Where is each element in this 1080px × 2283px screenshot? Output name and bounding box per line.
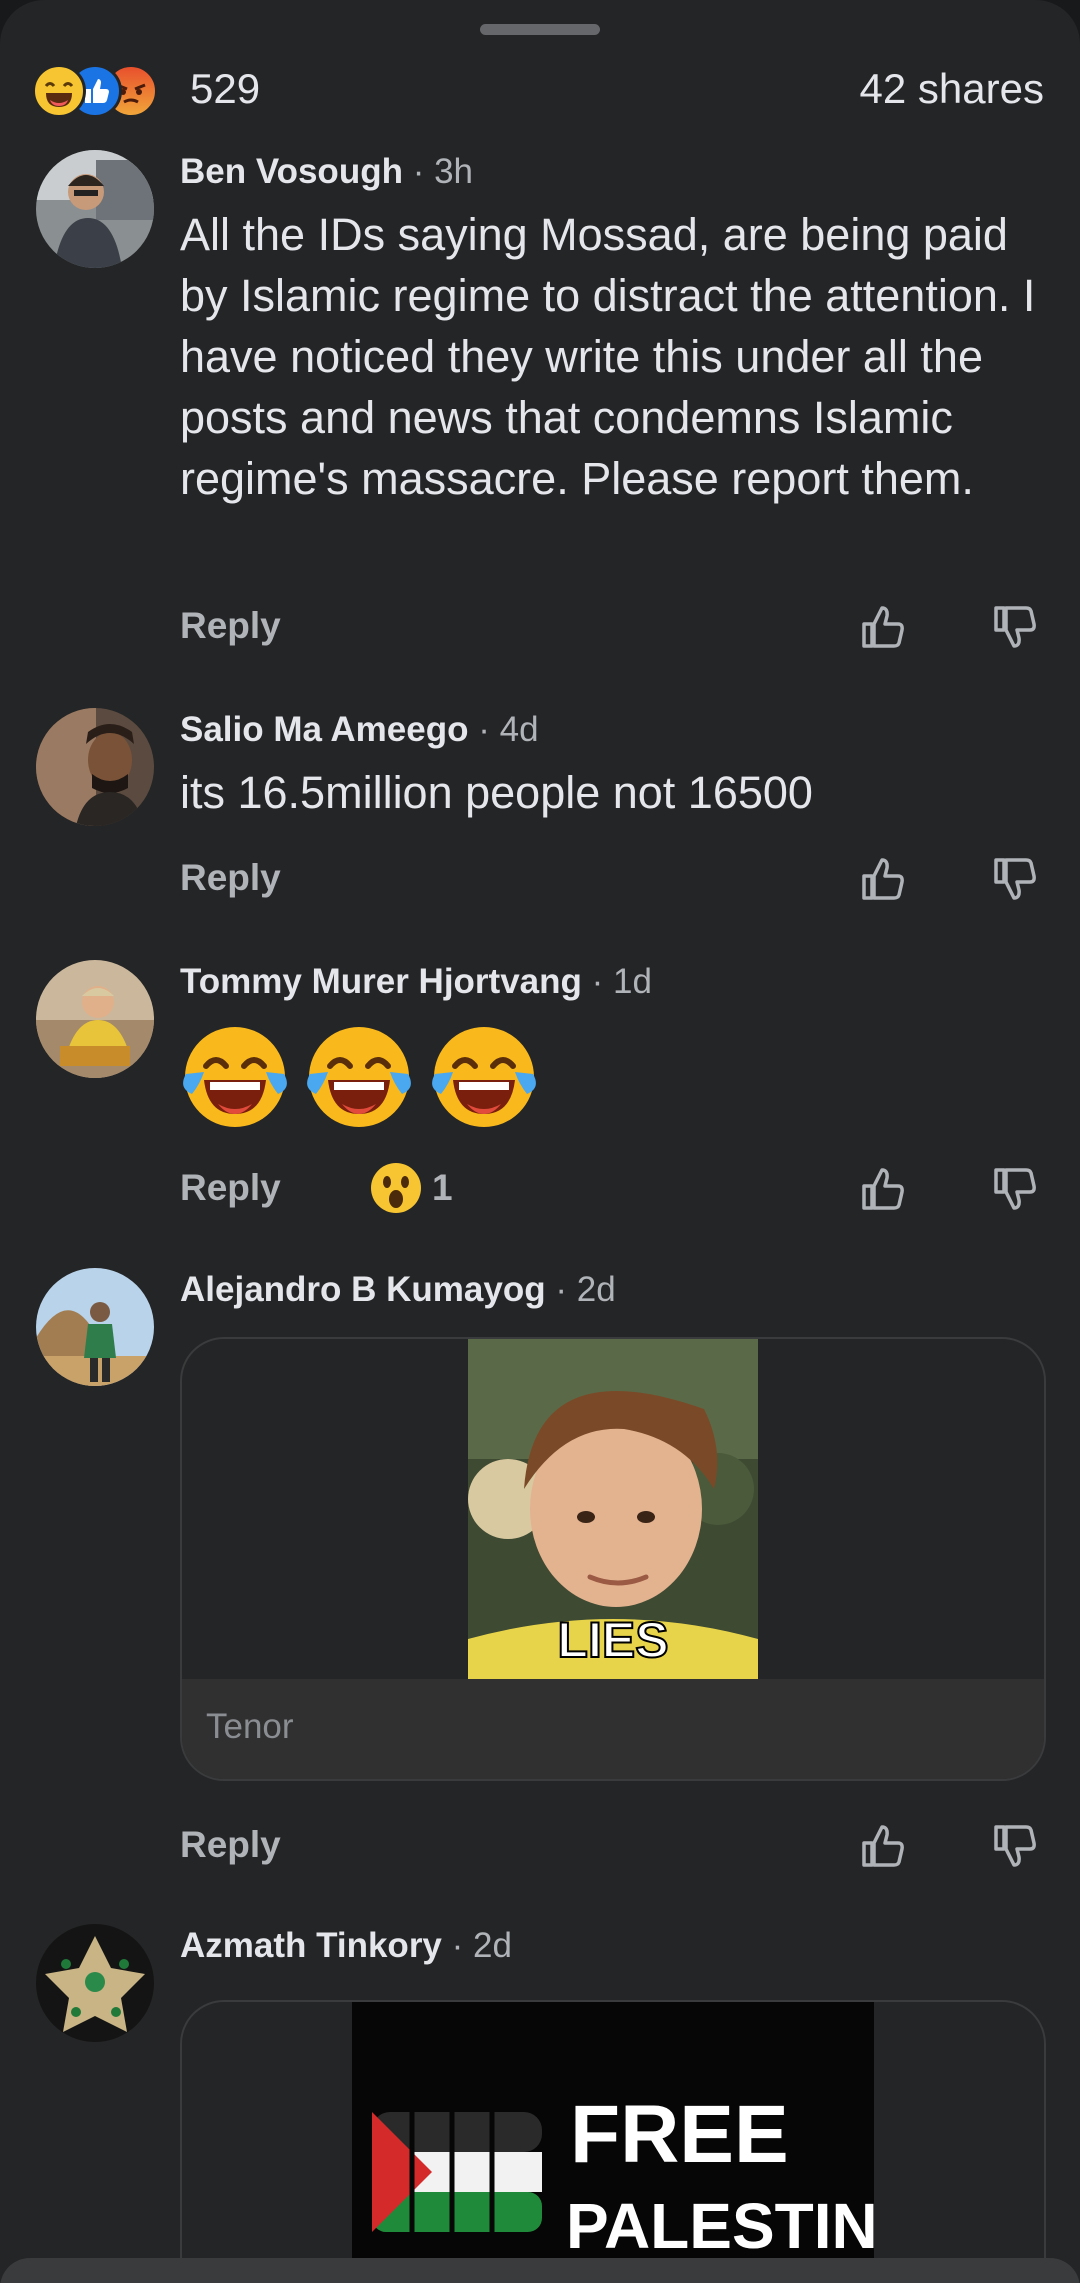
- avatar[interactable]: [36, 1924, 154, 2042]
- comment-time[interactable]: 2d: [577, 1270, 616, 1309]
- reply-button[interactable]: Reply: [180, 848, 281, 908]
- gif-provider-bar: Tenor: [182, 1679, 1044, 1779]
- thumbs-up-icon[interactable]: [858, 1164, 908, 1214]
- thumbs-down-icon[interactable]: [990, 1164, 1040, 1214]
- meta-separator: ·: [412, 152, 425, 191]
- reply-button[interactable]: Reply: [180, 1158, 281, 1218]
- avatar[interactable]: [36, 960, 154, 1078]
- comment-actions: Reply: [180, 596, 1044, 656]
- tears-of-joy-emoji-icon: [431, 1027, 536, 1127]
- meta-separator: ·: [591, 962, 604, 1001]
- avatar[interactable]: [36, 150, 154, 268]
- avatar[interactable]: [36, 708, 154, 826]
- gif-caption: LIES: [557, 1612, 668, 1668]
- meta-separator: ·: [478, 710, 490, 749]
- comment-author[interactable]: Salio Ma Ameego: [180, 710, 469, 749]
- reply-button[interactable]: Reply: [180, 1815, 281, 1875]
- thumbs-up-icon[interactable]: [858, 1821, 908, 1871]
- comment-time[interactable]: 3h: [434, 152, 473, 191]
- comment-time[interactable]: 4d: [500, 710, 539, 749]
- tears-of-joy-emoji-icon: [183, 1027, 287, 1127]
- thumbs-down-icon[interactable]: [990, 854, 1040, 904]
- comment-text: All the IDs saying Mossad, are being pai…: [180, 209, 1036, 504]
- comment-composer-edge[interactable]: [0, 2258, 1080, 2283]
- free-palestine-image[interactable]: FREE PALESTINE: [352, 2002, 874, 2283]
- wow-reaction-icon: [371, 1163, 421, 1213]
- comment-time[interactable]: 1d: [613, 962, 652, 1001]
- meta-separator: ·: [555, 1270, 567, 1309]
- comment-text: its 16.5million people not 16500: [180, 767, 813, 818]
- comment-author[interactable]: Azmath Tinkory: [180, 1926, 442, 1965]
- image-text-line2: PALESTINE: [566, 2190, 874, 2262]
- gif-provider: Tenor: [206, 1707, 294, 1746]
- gif-image[interactable]: LIES: [468, 1339, 758, 1679]
- reaction-count: 529: [190, 65, 261, 112]
- thumbs-down-icon[interactable]: [990, 1821, 1040, 1871]
- comment-actions: Reply 1: [180, 1158, 1044, 1218]
- comment-author[interactable]: Tommy Murer Hjortvang: [180, 962, 582, 1001]
- image-text-line1: FREE: [570, 2089, 789, 2180]
- tears-of-joy-emoji-icon: [307, 1027, 412, 1127]
- thumbs-up-icon[interactable]: [858, 602, 908, 652]
- meta-separator: ·: [451, 1926, 464, 1965]
- drag-handle[interactable]: [480, 24, 600, 35]
- avatar[interactable]: [36, 1268, 154, 1386]
- reply-button[interactable]: Reply: [180, 596, 281, 656]
- comment-author[interactable]: Alejandro B Kumayog: [180, 1270, 546, 1309]
- comment-time[interactable]: 2d: [473, 1926, 512, 1965]
- image-attachment[interactable]: FREE PALESTINE: [180, 2000, 1046, 2283]
- comment-author[interactable]: Ben Vosough: [180, 152, 403, 191]
- comment-actions: Reply: [180, 848, 1044, 908]
- comment-actions: Reply: [180, 1815, 1044, 1875]
- thumbs-up-icon[interactable]: [858, 854, 908, 904]
- reactions-summary[interactable]: 529 42 shares: [32, 60, 1044, 122]
- comment-reaction-count: 1: [432, 1167, 453, 1208]
- haha-reaction-icon: [32, 64, 86, 118]
- shares-count[interactable]: 42 shares: [860, 60, 1044, 118]
- emoji-row: [180, 1022, 1044, 1134]
- gif-attachment[interactable]: LIES Tenor: [180, 1337, 1046, 1781]
- comments-sheet: 529 42 shares Ben Vosough · 3h All the I…: [0, 0, 1080, 2283]
- thumbs-down-icon[interactable]: [990, 602, 1040, 652]
